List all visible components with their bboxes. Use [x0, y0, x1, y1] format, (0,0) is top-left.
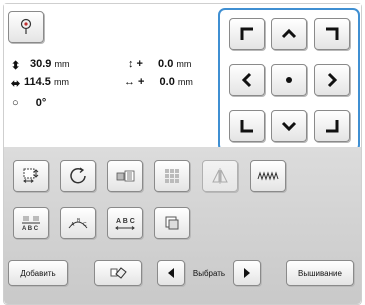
array-button[interactable]: [154, 160, 190, 192]
arrow-right-icon: [327, 72, 338, 88]
text-align-button[interactable]: A B C: [13, 207, 49, 239]
mirror-button[interactable]: [202, 160, 238, 192]
width-unit: mm: [53, 77, 69, 87]
text-align-icon: A B C: [22, 216, 40, 232]
height-row: ⬍: [11, 59, 20, 72]
height-unit: mm: [54, 59, 70, 69]
width-value: 114.5: [24, 76, 51, 88]
select-label: Выбрать: [192, 268, 226, 278]
arrow-left-icon: [241, 72, 252, 88]
vertical-offset-wrap: ↕ + 0.0 mm: [128, 58, 191, 70]
move-up-left-button[interactable]: [229, 18, 265, 50]
horizontal-offset-value: 0.0: [159, 76, 175, 88]
center-dot-icon: [286, 77, 292, 83]
rotate-button[interactable]: [60, 160, 96, 192]
select-next-button[interactable]: [233, 260, 261, 286]
add-button-label: Добавить: [20, 268, 56, 278]
move-down-button[interactable]: [271, 110, 307, 142]
text-spacing-button[interactable]: A B C: [107, 207, 143, 239]
width-row: ⬌: [11, 77, 20, 90]
move-arrow-panel: [218, 8, 360, 152]
arrow-down-right-icon: [326, 120, 339, 133]
height-value: 30.9: [30, 58, 52, 70]
arrow-up-icon: [281, 28, 297, 39]
move-up-button[interactable]: [271, 18, 307, 50]
height-value-wrap: 30.9 mm: [30, 58, 69, 70]
svg-text:A B C: A B C: [116, 218, 135, 225]
angle-row: ○ 0°: [12, 97, 46, 109]
svg-text:C: C: [83, 222, 87, 228]
move-down-left-button[interactable]: [229, 110, 265, 142]
border-button[interactable]: [250, 160, 286, 192]
resize-button[interactable]: [13, 160, 49, 192]
array-icon: [165, 169, 179, 183]
top-panel: ⬍ 30.9 mm ⬌ 114.5 mm ↕ + 0.0 mm ↔ + 0.0 …: [4, 4, 361, 152]
arrow-down-icon: [281, 121, 297, 132]
horizontal-offset-wrap: ↔ + 0.0 mm: [124, 76, 193, 88]
move-up-right-button[interactable]: [314, 18, 350, 50]
text-arc-button[interactable]: A B C: [60, 207, 96, 239]
move-right-button[interactable]: [314, 64, 350, 96]
move-down-right-button[interactable]: [314, 110, 350, 142]
rotate-icon: [70, 167, 86, 184]
border-icon: [257, 171, 279, 181]
vertical-offset-value: 0.0: [158, 58, 174, 70]
embroider-button[interactable]: Вышивание: [286, 260, 354, 286]
frame-button[interactable]: [154, 207, 190, 239]
arrow-left-small-icon: [168, 268, 174, 278]
frame-icon: [165, 216, 179, 230]
edit-screen: ⬍ 30.9 mm ⬌ 114.5 mm ↕ + 0.0 mm ↔ + 0.0 …: [3, 3, 362, 305]
center-button[interactable]: [271, 64, 307, 96]
rotate-angle-icon: ○: [12, 97, 19, 109]
density-button[interactable]: [107, 160, 143, 192]
horizontal-offset-unit: mm: [177, 77, 193, 87]
arrow-down-left-icon: [240, 120, 253, 133]
width-icon: ⬌: [11, 78, 21, 90]
arrow-up-right-icon: [326, 27, 339, 40]
arrow-up-left-icon: [240, 27, 253, 40]
embroider-button-label: Вышивание: [298, 268, 342, 278]
horizontal-offset-icon: ↔ +: [124, 76, 145, 88]
angle-value: 0°: [35, 97, 47, 109]
vertical-offset-icon: ↕ +: [128, 58, 143, 70]
arrow-right-small-icon: [244, 268, 250, 278]
pin-icon: [20, 18, 32, 34]
resize-icon: [23, 168, 39, 183]
svg-text:B: B: [77, 218, 81, 224]
width-value-wrap: 114.5 mm: [24, 76, 69, 88]
mirror-icon: [212, 168, 228, 184]
height-icon: ⬍: [11, 60, 21, 72]
pin-button[interactable]: [8, 11, 44, 43]
select-previous-button[interactable]: [157, 260, 185, 286]
text-spacing-icon: A B C: [115, 218, 135, 230]
move-left-button[interactable]: [229, 64, 265, 96]
delete-button[interactable]: [94, 260, 142, 286]
text-arc-icon: A B C: [68, 218, 88, 229]
svg-text:A B C: A B C: [22, 226, 39, 232]
eraser-icon: [110, 267, 127, 279]
add-button[interactable]: Добавить: [8, 260, 68, 286]
vertical-offset-unit: mm: [176, 59, 192, 69]
select-label-wrap: Выбрать: [187, 260, 231, 286]
density-icon: [116, 170, 135, 182]
